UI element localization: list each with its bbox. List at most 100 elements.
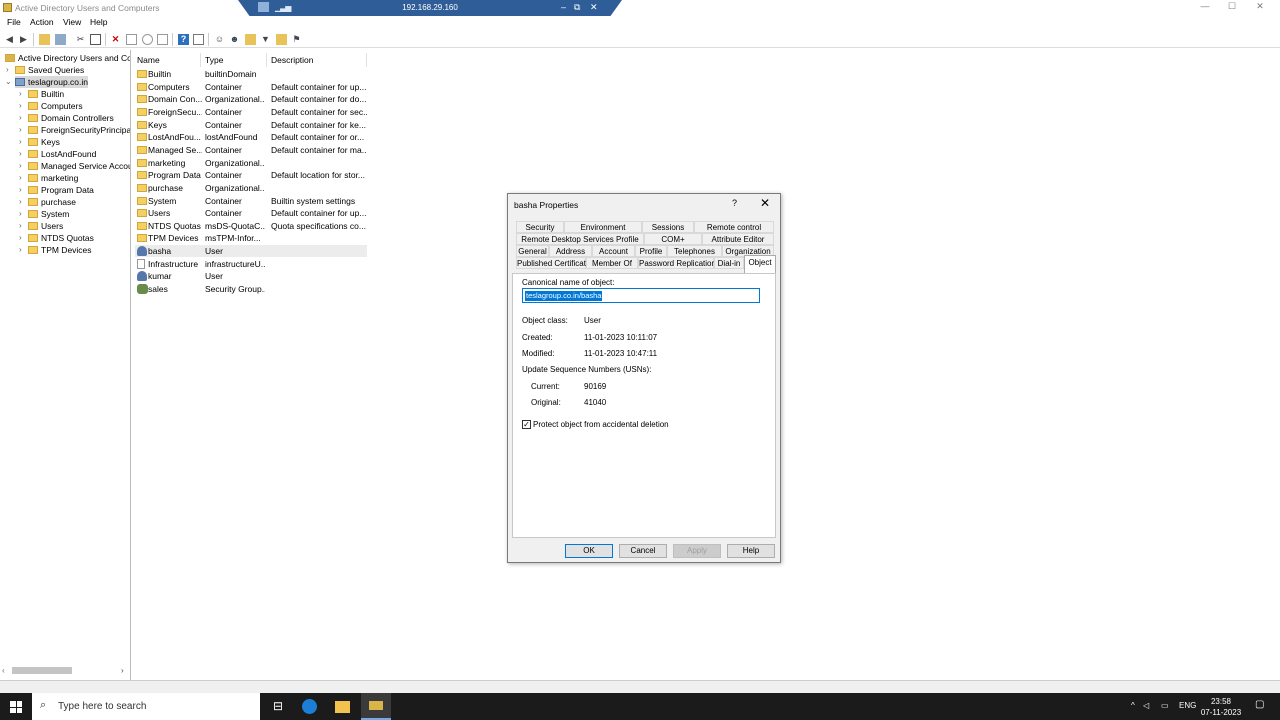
expand-icon[interactable]: › (19, 232, 22, 244)
taskbar-search-box[interactable]: ⌕ Type here to search (32, 693, 260, 720)
menu-view[interactable]: View (63, 17, 81, 27)
expand-icon[interactable]: › (19, 244, 22, 256)
table-row[interactable]: Keys Container Default container for ke... (135, 119, 367, 131)
tab-general[interactable]: General (516, 245, 549, 257)
dialog-close-button[interactable]: ✕ (760, 196, 770, 210)
tree-item[interactable]: purchase (28, 196, 76, 208)
properties-icon[interactable] (126, 34, 137, 45)
table-row[interactable]: Managed Se... Container Default container … (135, 144, 367, 156)
tab-rds-profile[interactable]: Remote Desktop Services Profile (516, 233, 644, 245)
maximize-button[interactable]: ☐ (1221, 1, 1243, 14)
cut-icon[interactable]: ✂ (75, 34, 86, 45)
close-button[interactable]: ✕ (1249, 1, 1271, 14)
new-user-icon[interactable]: ☺ (214, 34, 225, 45)
speaker-icon[interactable]: ◁ (1143, 701, 1149, 710)
tree-item[interactable]: System (28, 208, 69, 220)
up-folder-icon[interactable] (39, 34, 50, 45)
expand-icon[interactable]: › (19, 136, 22, 148)
tab-profile[interactable]: Profile (635, 245, 667, 257)
table-row[interactable]: purchase Organizational... (135, 182, 367, 194)
help-button[interactable]: Help (727, 544, 775, 558)
tree-item[interactable]: Managed Service Accou (28, 160, 130, 172)
delete-icon[interactable]: ✕ (110, 34, 121, 45)
start-button[interactable] (10, 701, 22, 713)
tree-item[interactable]: ForeignSecurityPrincipals (28, 124, 130, 136)
table-row[interactable]: Program Data Container Default location fo… (135, 169, 367, 181)
tab-telephones[interactable]: Telephones (667, 245, 722, 257)
table-row[interactable]: NTDS Quotas msDS-QuotaC... Quota specifica… (135, 220, 367, 232)
protect-deletion-label[interactable]: Protect object from accidental deletion (533, 420, 669, 429)
find-icon[interactable] (276, 34, 287, 45)
taskbar-clock[interactable]: 23:58 07-11-2023 (1196, 696, 1246, 718)
table-row[interactable]: TPM Devices msTPM-Infor... (135, 232, 367, 244)
tab-password-replication[interactable]: Password Replication (638, 257, 716, 269)
tray-overflow-icon[interactable]: ^ (1131, 701, 1135, 710)
console-tree-icon[interactable] (55, 34, 66, 45)
protect-deletion-checkbox[interactable]: ✓ (522, 420, 531, 429)
tab-attribute-editor[interactable]: Attribute Editor (702, 233, 774, 245)
cancel-button[interactable]: Cancel (619, 544, 667, 558)
expand-icon[interactable]: › (19, 124, 22, 136)
table-row[interactable]: LostAndFou... lostAndFound Default contain… (135, 131, 367, 143)
network-icon[interactable]: ▭ (1161, 701, 1169, 710)
apply-button[interactable]: Apply (673, 544, 721, 558)
tab-sessions[interactable]: Sessions (642, 221, 694, 233)
rdp-connection-bar[interactable]: ▁▃▅ 192.168.29.160 – ⧉ ✕ (238, 0, 622, 16)
copy-icon[interactable] (90, 34, 101, 45)
table-row[interactable]: sales Security Group... (135, 283, 367, 295)
expand-icon[interactable]: › (6, 64, 9, 76)
minimize-button[interactable]: — (1194, 1, 1216, 14)
add-to-group-icon[interactable]: ⚑ (291, 34, 302, 45)
expand-icon[interactable]: › (19, 88, 22, 100)
scroll-thumb[interactable] (12, 667, 72, 674)
expand-icon[interactable]: › (19, 100, 22, 112)
menu-file[interactable]: File (7, 17, 21, 27)
tree-item[interactable]: Users (28, 220, 63, 232)
show-pane-icon[interactable] (193, 34, 204, 45)
column-header-description[interactable]: Description (271, 55, 314, 65)
tree-item[interactable]: Builtin (28, 88, 64, 100)
new-ou-icon[interactable] (245, 34, 256, 45)
tab-com-plus[interactable]: COM+ (644, 233, 702, 245)
tree-saved-queries[interactable]: Saved Queries (15, 64, 84, 76)
column-header-type[interactable]: Type (205, 55, 223, 65)
tab-environment[interactable]: Environment (564, 221, 642, 233)
new-group-icon[interactable]: ☻ (229, 34, 240, 45)
tab-address[interactable]: Address (549, 245, 592, 257)
table-row[interactable]: kumar User (135, 270, 367, 282)
tree-domain[interactable]: teslagroup.co.in (15, 76, 89, 88)
tree-item[interactable]: Program Data (28, 184, 94, 196)
tree-item[interactable]: LostAndFound (28, 148, 96, 160)
tree-item[interactable]: TPM Devices (28, 244, 92, 256)
tab-dial-in[interactable]: Dial-in (714, 257, 744, 269)
expand-icon[interactable]: › (19, 196, 22, 208)
table-row[interactable]: Domain Con... Organizational... Default co… (135, 93, 367, 105)
tab-remote-control[interactable]: Remote control (694, 221, 774, 233)
tree-horizontal-scrollbar[interactable]: ‹ › (2, 666, 128, 676)
tree-item[interactable]: Keys (28, 136, 60, 148)
table-row[interactable]: marketing Organizational... (135, 157, 367, 169)
table-row[interactable]: ForeignSecu... Container Default container… (135, 106, 367, 118)
aduc-taskbar-icon[interactable] (361, 693, 391, 720)
table-row[interactable]: Computers Container Default container for … (135, 81, 367, 93)
tree-root[interactable]: Active Directory Users and Com (5, 52, 130, 64)
file-explorer-icon[interactable] (335, 701, 350, 713)
table-row[interactable]: Builtin builtinDomain (135, 68, 367, 80)
notification-icon[interactable]: ▢ (1255, 699, 1264, 710)
column-header-name[interactable]: Name (137, 55, 160, 65)
menu-action[interactable]: Action (30, 17, 54, 27)
tree-item[interactable]: Computers (28, 100, 83, 112)
tab-member-of[interactable]: Member Of (586, 257, 638, 269)
tab-account[interactable]: Account (592, 245, 635, 257)
export-list-icon[interactable] (157, 34, 168, 45)
refresh-icon[interactable] (142, 34, 153, 45)
tree-item[interactable]: marketing (28, 172, 78, 184)
dialog-help-button[interactable]: ? (732, 198, 737, 208)
help-icon[interactable]: ? (178, 34, 189, 45)
task-view-icon[interactable]: ⊟ (270, 699, 286, 714)
menu-help[interactable]: Help (90, 17, 107, 27)
tab-object[interactable]: Object (744, 255, 776, 273)
rdp-restore-button[interactable]: ⧉ (574, 2, 580, 13)
language-indicator[interactable]: ENG (1179, 701, 1196, 710)
edge-browser-icon[interactable] (302, 699, 317, 714)
